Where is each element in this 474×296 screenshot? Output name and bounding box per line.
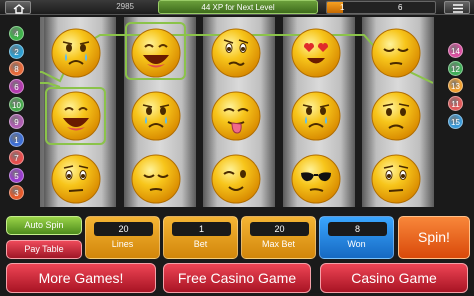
max-bet-value: 20: [250, 222, 309, 236]
sleepy-emoji-icon: [130, 153, 182, 205]
payline-14-indicator: 14: [448, 43, 463, 58]
sunglasses-emoji-icon: [290, 153, 342, 205]
crying-emoji-icon: [290, 90, 342, 142]
payline-3-indicator: 3: [9, 185, 24, 201]
crying-emoji-icon: [50, 27, 102, 79]
sleepy-emoji-icon: [370, 27, 422, 79]
payline-4-indicator: 4: [9, 26, 24, 41]
spin-button[interactable]: Spin!: [398, 216, 470, 259]
home-button[interactable]: [5, 1, 31, 14]
lines-selector[interactable]: 20 Lines: [85, 216, 160, 259]
menu-icon: [453, 4, 463, 13]
heart-eyes-emoji-icon: [290, 27, 342, 79]
lines-value: 20: [94, 222, 153, 236]
payline-9-indicator: 9: [9, 114, 24, 130]
menu-button[interactable]: [444, 1, 470, 14]
auto-spin-button[interactable]: Auto Spin: [6, 216, 82, 235]
casino-game-button[interactable]: Casino Game: [320, 263, 468, 293]
pay-table-button[interactable]: Pay Table: [6, 240, 82, 259]
xp-value: 6: [398, 3, 403, 12]
payline-1-indicator: 1: [9, 132, 24, 148]
won-display: 8 Won: [319, 216, 394, 259]
payline-5-indicator: 5: [9, 167, 24, 183]
wink-emoji-icon: [210, 153, 262, 205]
max-bet-button[interactable]: 20 Max Bet: [241, 216, 316, 259]
bet-selector[interactable]: 1 Bet: [163, 216, 238, 259]
payline-12-indicator: 12: [448, 60, 463, 76]
xp-message: 44 XP for Next Level: [158, 0, 318, 14]
won-label: Won: [347, 239, 366, 249]
laughing-emoji-icon: [50, 90, 102, 142]
bet-label: Bet: [193, 239, 208, 249]
payline-7-indicator: 7: [9, 149, 24, 165]
lines-label: Lines: [111, 239, 134, 249]
payline-8-indicator: 8: [9, 61, 24, 77]
payline-indicators-left: 4 2 8 6 10 9 1 7 5 3: [9, 26, 27, 203]
more-games-button[interactable]: More Games!: [6, 263, 156, 293]
free-casino-game-button[interactable]: Free Casino Game: [163, 263, 311, 293]
tongue-emoji-icon: [210, 90, 262, 142]
won-value: 8: [328, 222, 387, 236]
payline-10-indicator: 10: [9, 96, 24, 112]
payline-15-indicator: 15: [448, 113, 463, 129]
home-icon: [13, 4, 25, 14]
crying-emoji-icon: [130, 90, 182, 142]
coin-balance: 2985: [116, 2, 134, 11]
payline-2-indicator: 2: [9, 43, 24, 59]
worried-emoji-icon: [370, 153, 422, 205]
payline-13-indicator: 13: [448, 78, 463, 94]
payline-indicators-right: 14 12 13 11 15: [448, 43, 466, 131]
payline-6-indicator: 6: [9, 79, 24, 95]
bet-value: 1: [172, 222, 231, 236]
laughing-emoji-icon: [130, 27, 182, 79]
confused-emoji-icon: [210, 27, 262, 79]
frowning-emoji-icon: [370, 90, 422, 142]
level-number: 1: [340, 3, 345, 12]
payline-11-indicator: 11: [448, 96, 463, 112]
max-bet-label: Max Bet: [261, 239, 295, 249]
worried-emoji-icon: [50, 153, 102, 205]
